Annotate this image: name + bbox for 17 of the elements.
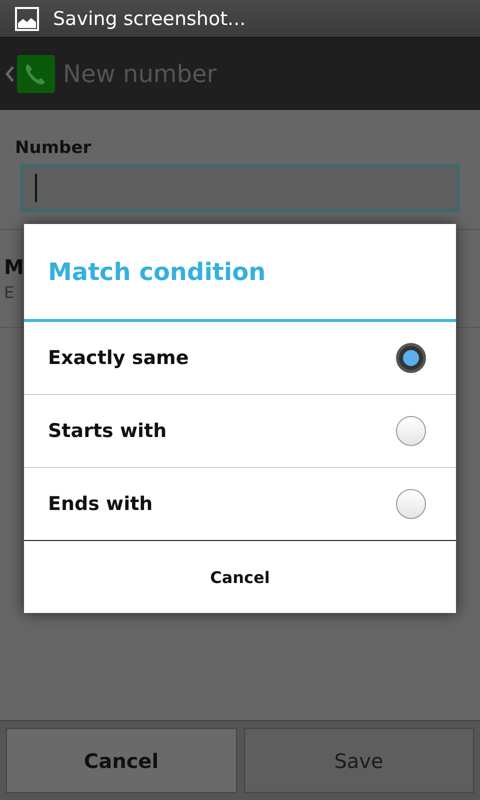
- option-label: Ends with: [48, 493, 153, 515]
- phone-icon: [17, 55, 55, 93]
- number-field[interactable]: [20, 164, 460, 212]
- option-label: Starts with: [48, 420, 167, 442]
- radio-button[interactable]: [396, 343, 426, 373]
- radio-button[interactable]: [396, 416, 426, 446]
- dialog-title: Match condition: [24, 224, 456, 322]
- image-icon: [15, 6, 39, 30]
- option-row[interactable]: Exactly same: [24, 322, 456, 395]
- option-row[interactable]: Starts with: [24, 395, 456, 468]
- option-label: Exactly same: [48, 347, 189, 369]
- setting-title: M: [4, 255, 24, 279]
- radio-button[interactable]: [396, 489, 426, 519]
- field-label: Number: [15, 138, 92, 158]
- back-icon: [5, 65, 15, 83]
- cancel-button[interactable]: Cancel: [24, 541, 456, 613]
- notification-text: Saving screenshot...: [53, 8, 246, 30]
